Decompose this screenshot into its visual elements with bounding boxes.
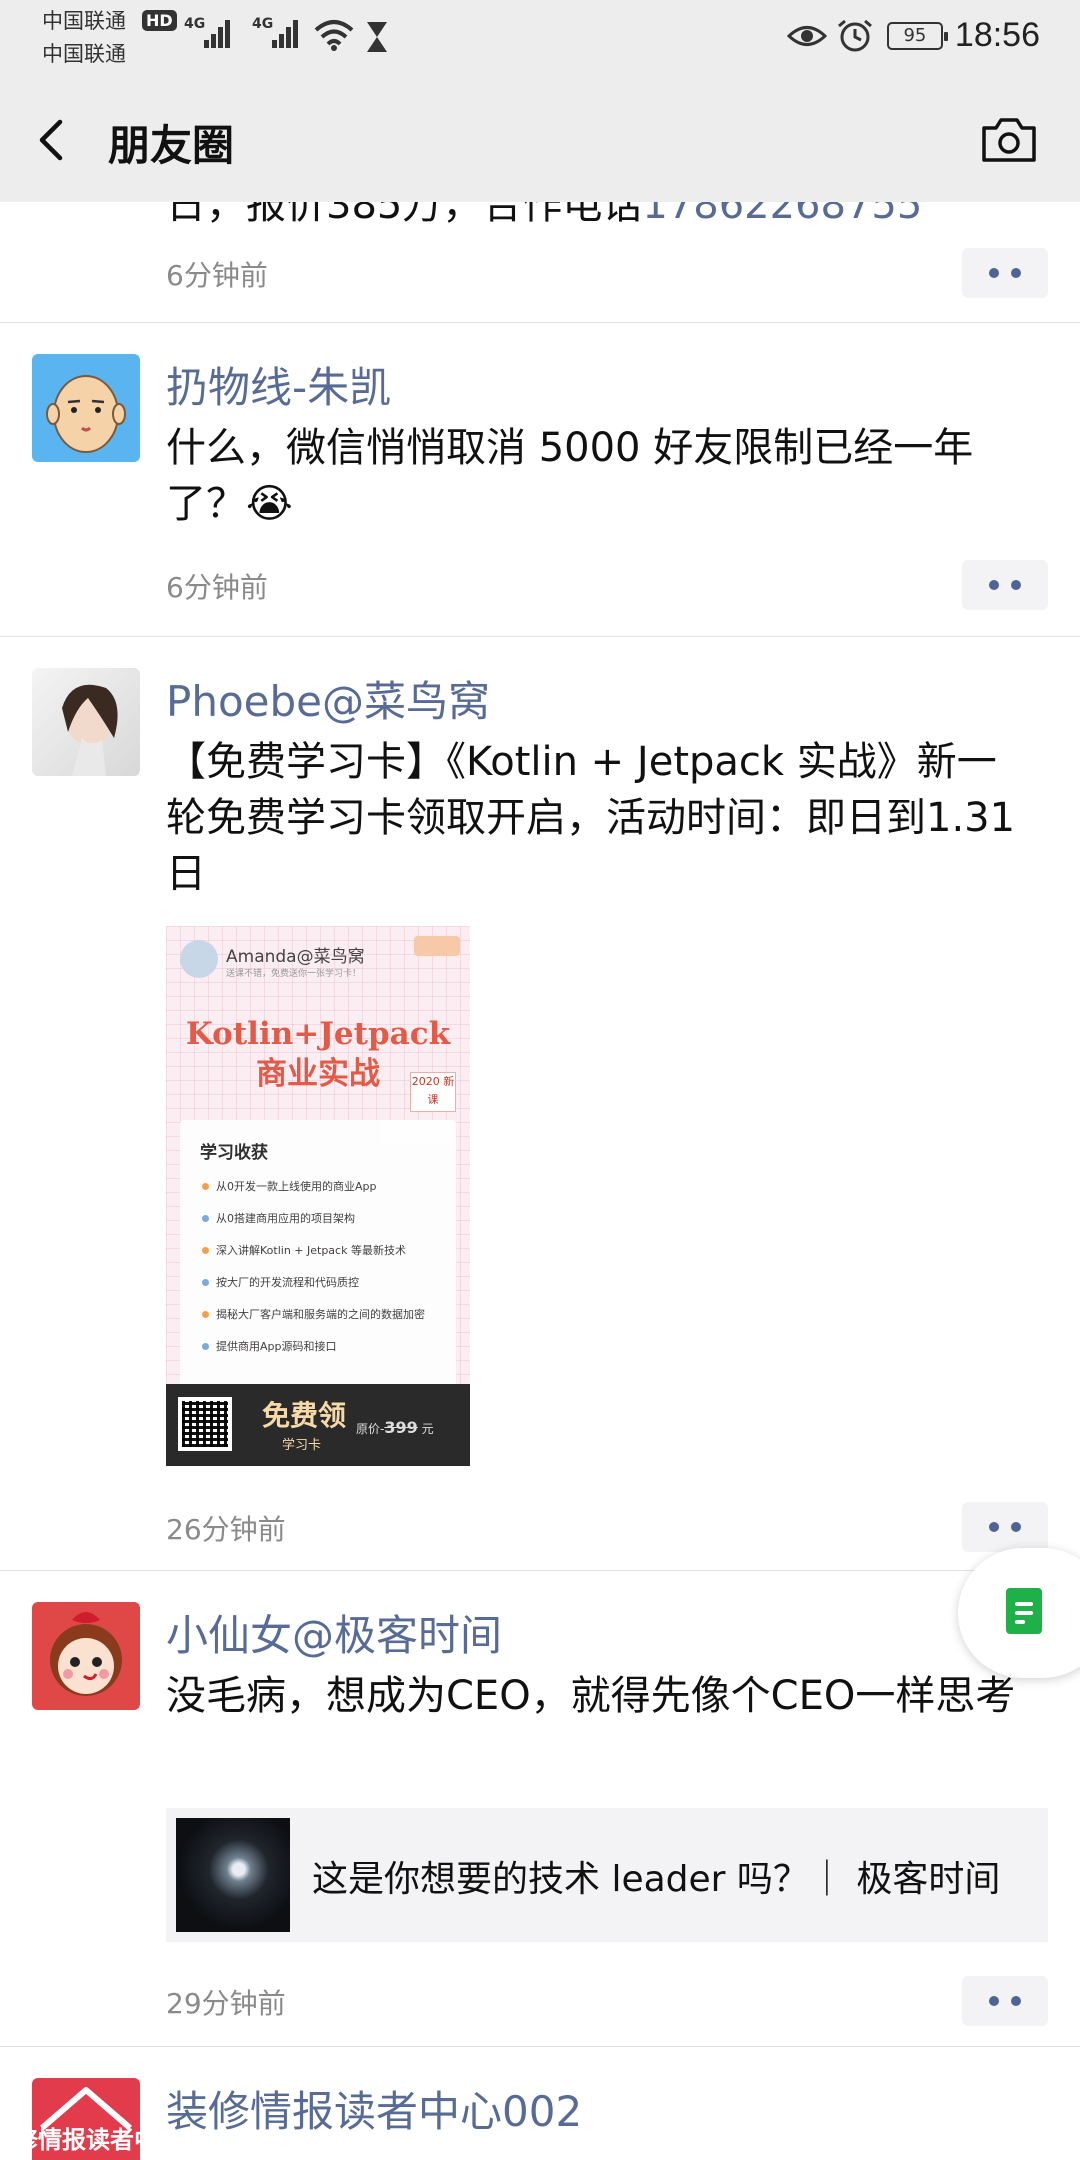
post-time: 26分钟前 <box>166 1513 286 1546</box>
more-button[interactable] <box>962 1976 1048 2026</box>
post-text: 没毛病，想成为CEO，就得先像个CEO一样思考 <box>166 1673 1016 1719</box>
house-logo-avatar-icon: 装修情报读者中心 <box>32 2087 140 2154</box>
poster-free-label: 免费领 <box>262 1399 347 1432</box>
status-right: 95 18:56 <box>786 16 1040 55</box>
post-meta: 6分钟前 <box>166 254 268 294</box>
battery-icon: 95 <box>886 21 948 50</box>
poster-logo-icon <box>414 936 460 956</box>
post-author[interactable]: 小仙女@极客时间 <box>166 1602 502 1663</box>
poster-subtitle: 送课不错，免费送你一张学习卡！ <box>226 969 362 979</box>
document-icon <box>1006 1588 1042 1634</box>
moments-feed[interactable]: 日，报价385万，合作电话17862268755 6分钟前 扔物线-朱凯 什么，… <box>0 202 1080 2160</box>
wifi-icon <box>314 20 354 51</box>
post-time: 6分钟前 <box>166 571 268 604</box>
post-text: 【免费学习卡】《Kotlin + Jetpack 实战》新一轮免费学习卡领取开启… <box>166 739 1016 897</box>
poster-item: 揭秘大厂客户端和服务端的之间的数据加密 <box>202 1306 425 1322</box>
camera-icon[interactable] <box>980 116 1038 164</box>
hd-badge: HD <box>142 10 177 31</box>
avatar[interactable] <box>32 1602 140 1710</box>
status-bar: 中国联通 中国联通 HD 4G 4G 95 18:56 <box>0 0 1080 76</box>
girl-photo-avatar-icon <box>62 684 118 776</box>
divider <box>0 2046 1080 2047</box>
peko-doll-avatar-icon <box>50 1612 122 1696</box>
poster-author: Amanda@菜鸟窝 <box>226 947 365 967</box>
bald-face-avatar-icon <box>46 375 126 453</box>
poster-card: 学习收获 从0开发一款上线使用的商业App 从0搭建商用应用的项目架构 深入讲解… <box>180 1120 456 1406</box>
poster-item: 从0开发一款上线使用的商业App <box>202 1178 377 1194</box>
more-dots-icon <box>989 268 999 278</box>
back-chevron-icon[interactable] <box>30 110 80 170</box>
divider <box>0 1570 1080 1571</box>
avatar-text: 装修情报读者中心 <box>32 2126 140 2154</box>
eye-icon <box>786 25 827 46</box>
post-author[interactable]: 扔物线-朱凯 <box>166 354 391 415</box>
poster-avatar <box>180 940 218 978</box>
carrier-1: 中国联通 <box>42 9 126 33</box>
hourglass-icon <box>367 22 387 52</box>
avatar[interactable]: 装修情报读者中心 <box>32 2078 140 2160</box>
post-time: 29分钟前 <box>166 1987 286 2020</box>
more-dots-icon <box>989 580 999 590</box>
shared-link-card[interactable]: 这是你想要的技术 leader 吗？｜ 极客时间 <box>166 1808 1048 1942</box>
post-author[interactable]: 装修情报读者中心002 <box>166 2078 582 2139</box>
more-button[interactable] <box>962 1502 1048 1552</box>
post-image[interactable]: Amanda@菜鸟窝 送课不错，免费送你一张学习卡！ Kotlin+Jetpac… <box>166 926 470 1466</box>
avatar[interactable] <box>32 354 140 462</box>
more-button[interactable] <box>962 560 1048 610</box>
link-thumbnail <box>176 1818 290 1932</box>
poster-card-label: 学习卡 <box>282 1438 322 1453</box>
poster-price: 原价-399 元 <box>356 1418 434 1437</box>
poster-footer: 免费领 学习卡 原价-399 元 <box>166 1384 470 1466</box>
post-text: 什么，微信悄悄取消 5000 好友限制已经一年了？😭 <box>166 425 974 527</box>
divider <box>0 322 1080 323</box>
post-meta: 29分钟前 <box>166 1982 286 2022</box>
link-title: 这是你想要的技术 leader 吗？｜ 极客时间 <box>312 1859 1001 1900</box>
page-title: 朋友圈 <box>108 121 235 170</box>
phone-link[interactable]: 17862268755 <box>642 202 922 228</box>
poster-item: 提供商用App源码和接口 <box>202 1338 337 1354</box>
post-author[interactable]: Phoebe@菜鸟窝 <box>166 668 490 729</box>
poster-card-title: 学习收获 <box>200 1143 268 1163</box>
poster-item: 按大厂的开发流程和代码质控 <box>202 1274 359 1290</box>
qr-code-icon <box>178 1397 232 1451</box>
carrier-2: 中国联通 <box>42 42 126 66</box>
more-dots-icon <box>989 1996 999 2006</box>
floating-note-button[interactable] <box>958 1548 1080 1678</box>
cut-post-text: 日，报价385万，合作电话17862268755 <box>166 202 922 230</box>
more-dots-icon <box>989 1522 999 1532</box>
post-meta: 26分钟前 <box>166 1508 286 1548</box>
alarm-icon <box>837 19 872 51</box>
post-time: 6分钟前 <box>166 259 268 292</box>
nav-bar: 朋友圈 <box>0 76 1080 202</box>
more-button[interactable] <box>962 248 1048 298</box>
poster-item: 深入讲解Kotlin + Jetpack 等最新技术 <box>202 1242 406 1258</box>
divider <box>0 636 1080 637</box>
post-meta: 6分钟前 <box>166 566 268 606</box>
poster-item: 从0搭建商用应用的项目架构 <box>202 1210 355 1226</box>
avatar[interactable] <box>32 668 140 776</box>
poster-badge: 2020 新课 <box>410 1072 456 1112</box>
clock: 18:56 <box>954 16 1040 54</box>
